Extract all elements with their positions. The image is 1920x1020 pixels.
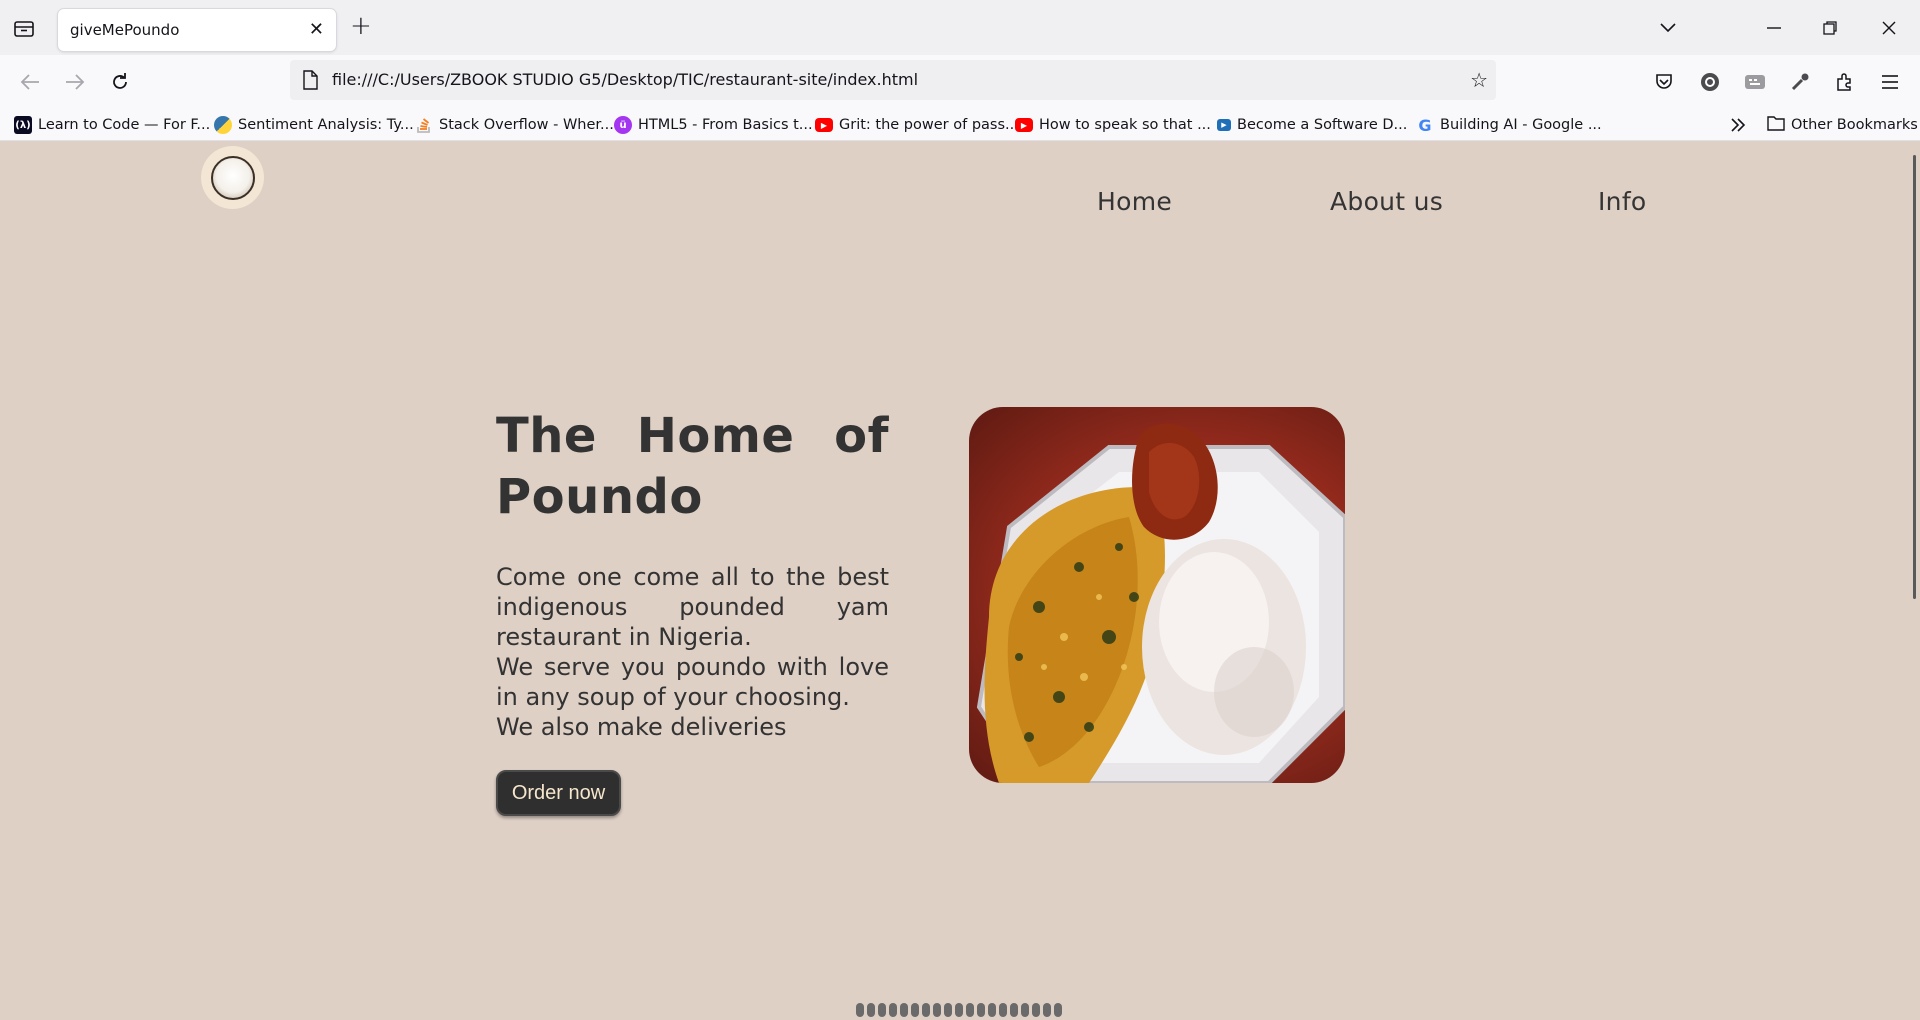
youtube-icon: ▶ [815,118,833,132]
bookmark-label: Learn to Code — For F... [38,117,211,133]
url-text[interactable]: file:///C:/Users/ZBOOK STUDIO G5/Desktop… [332,70,918,89]
carousel-dot[interactable] [988,1003,996,1017]
video-icon: ▶ [1217,119,1231,131]
carousel-dot[interactable] [889,1003,897,1017]
extension-keyboard-icon[interactable] [1741,68,1769,96]
carousel-dot[interactable] [999,1003,1007,1017]
carousel-dot[interactable] [1054,1003,1062,1017]
nav-info-link[interactable]: Info [1598,187,1647,216]
carousel-dot[interactable] [944,1003,952,1017]
reload-icon[interactable] [106,68,134,96]
tab-title: giveMePoundo [70,21,180,39]
bookmark-item[interactable]: ▶ Grit: the power of pass... [815,114,1019,136]
close-window-icon[interactable] [1858,0,1920,55]
carousel-dot[interactable] [1010,1003,1018,1017]
bookmark-star-icon[interactable]: ☆ [1470,68,1488,92]
carousel-dot[interactable] [955,1003,963,1017]
pounded-yam-illustration [976,423,1345,783]
carousel-dot[interactable] [966,1003,974,1017]
new-tab-icon[interactable]: + [350,12,372,40]
folder-icon [1767,115,1785,135]
carousel-dot[interactable] [856,1003,864,1017]
carousel-dot[interactable] [922,1003,930,1017]
nav-about-link[interactable]: About us [1330,187,1443,216]
logo-plate-icon [210,155,255,200]
bookmark-label: HTML5 - From Basics t... [638,117,813,133]
page-viewport: Home About us Info The Home of Poundo Co… [0,141,1920,1020]
nav-home-link[interactable]: Home [1097,187,1172,216]
browser-tab-bar: giveMePoundo ✕ + [0,0,1920,55]
hero-line: We serve you poundo with love in any sou… [496,653,889,711]
freecodecamp-icon: (λ) [14,116,32,134]
youtube-icon: ▶ [1015,118,1033,132]
minimize-icon[interactable] [1746,0,1802,55]
bookmark-item[interactable]: Stack Overflow - Wher... [415,114,614,136]
carousel-dot[interactable] [977,1003,985,1017]
url-bar[interactable]: file:///C:/Users/ZBOOK STUDIO G5/Desktop… [290,60,1496,100]
carousel-dot[interactable] [878,1003,886,1017]
hero-title: The Home of Poundo [496,408,889,525]
more-bookmarks-icon[interactable] [1730,114,1746,136]
bookmark-item[interactable]: ▶ How to speak so that ... [1015,114,1211,136]
bookmark-label: Building AI - Google ... [1440,117,1602,133]
carousel-dot[interactable] [900,1003,908,1017]
list-all-tabs-icon[interactable] [1640,0,1696,55]
stackoverflow-icon [415,116,433,134]
bookmark-label: How to speak so that ... [1039,117,1211,133]
hero-food-image [969,407,1345,783]
hero-line: We also make deliveries [496,713,787,741]
eyedropper-icon[interactable] [1786,68,1814,96]
close-tab-icon[interactable]: ✕ [309,19,324,40]
hero-line: Come one come all to the best indigenous… [496,563,889,651]
page-scrollbar[interactable] [1913,155,1916,599]
other-bookmarks-folder[interactable]: Other Bookmarks [1767,114,1918,136]
python-icon [214,116,232,134]
carousel-dot[interactable] [933,1003,941,1017]
tab-list-icon[interactable] [10,14,38,42]
carousel-dot[interactable] [911,1003,919,1017]
forward-icon[interactable] [61,68,89,96]
carousel-dot[interactable] [1043,1003,1051,1017]
other-bookmarks-label: Other Bookmarks [1791,117,1918,133]
bookmark-label: Sentiment Analysis: Ty... [238,117,414,133]
back-icon[interactable] [16,68,44,96]
browser-tab-active[interactable]: giveMePoundo ✕ [58,9,336,51]
page-icon [302,70,318,94]
hero-description: Come one come all to the best indigenous… [496,562,889,742]
bookmark-item[interactable]: G Building AI - Google ... [1416,114,1602,136]
bookmark-item[interactable]: ü HTML5 - From Basics t... [614,114,813,136]
google-icon: G [1418,115,1432,135]
browser-toolbar: file:///C:/Users/ZBOOK STUDIO G5/Desktop… [0,55,1920,109]
order-now-button[interactable]: Order now [496,770,621,816]
carousel-dot[interactable] [1021,1003,1029,1017]
carousel-dot[interactable] [867,1003,875,1017]
pocket-icon[interactable] [1650,68,1678,96]
bookmark-item[interactable]: ▶ Become a Software D... [1217,114,1407,136]
carousel-dot[interactable] [1032,1003,1040,1017]
bookmark-label: Stack Overflow - Wher... [439,117,614,133]
bookmark-item[interactable]: (λ) Learn to Code — For F... [14,114,210,136]
site-logo[interactable] [201,146,264,209]
account-icon[interactable] [1696,68,1724,96]
restore-icon[interactable] [1802,0,1858,55]
bookmark-label: Become a Software D... [1237,117,1408,133]
extensions-icon[interactable] [1831,68,1859,96]
bookmark-item[interactable]: Sentiment Analysis: Ty... [214,114,414,136]
menu-icon[interactable] [1876,68,1904,96]
bookmarks-toolbar: (λ) Learn to Code — For F... Sentiment A… [0,109,1920,141]
bookmark-label: Grit: the power of pass... [839,117,1019,133]
udemy-icon: ü [614,116,632,134]
carousel-dots [856,1003,1062,1017]
